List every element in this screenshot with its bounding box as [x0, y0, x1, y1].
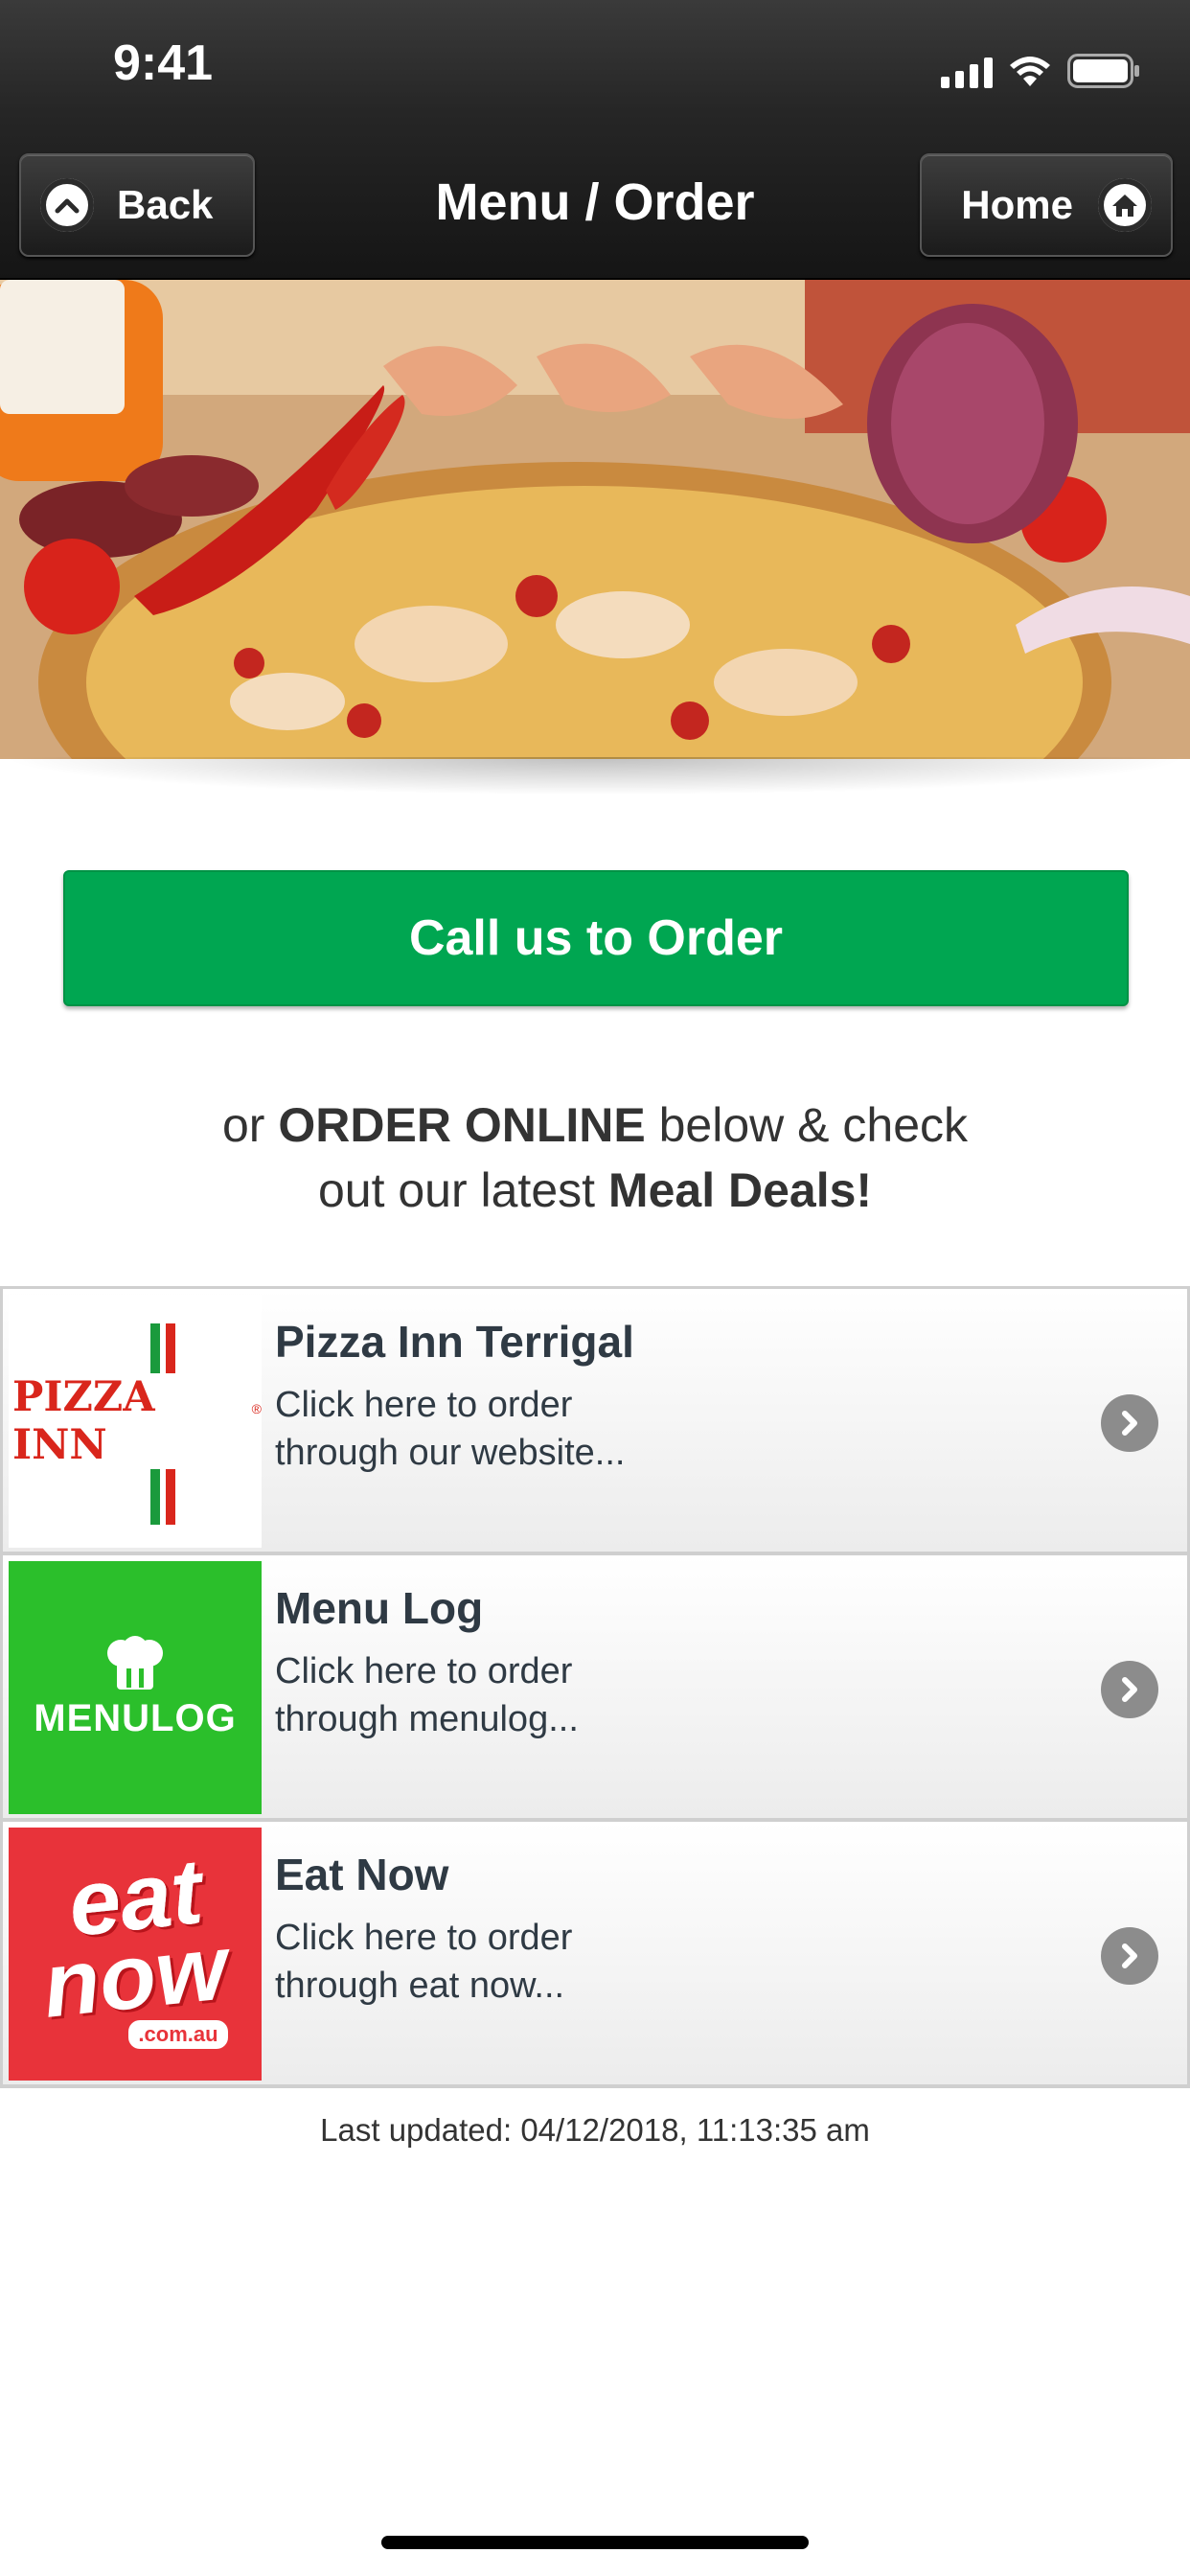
home-icon [1098, 178, 1152, 232]
promo-emphasis: ORDER ONLINE [278, 1098, 646, 1152]
menulog-logo: MENULOG [9, 1561, 262, 1814]
list-item-pizza-inn[interactable]: PIZZA INN ® Pizza Inn Terrigal Click her… [0, 1289, 1190, 1555]
home-button[interactable]: Home [920, 153, 1173, 257]
list-item-eat-now[interactable]: eat now .com.au Eat Now Click here to or… [0, 1822, 1190, 2088]
logo-text: now [37, 1916, 232, 2037]
order-online-promo: or ORDER ONLINE below & check out our la… [0, 1092, 1190, 1223]
last-updated-text: Last updated: 04/12/2018, 11:13:35 am [320, 2112, 870, 2148]
promo-emphasis: Meal Deals! [607, 1163, 873, 1217]
pizza-illustration [0, 280, 1190, 759]
eat-now-logo: eat now .com.au [9, 1828, 262, 2081]
chevron-right-icon [1101, 1661, 1158, 1718]
list-item-desc-line: through our website... [275, 1433, 626, 1473]
list-item-description: Click here to order through menulog... [275, 1647, 850, 1743]
promo-text: out our latest [317, 1163, 608, 1217]
list-item-title: Pizza Inn Terrigal [275, 1317, 634, 1367]
list-item-title: Eat Now [275, 1850, 449, 1899]
list-item-desc-line: Click here to order [275, 1385, 573, 1425]
list-item-menu-log[interactable]: MENULOG Menu Log Click here to order thr… [0, 1555, 1190, 1822]
hero-image [0, 280, 1190, 759]
home-indicator[interactable] [381, 2536, 809, 2549]
list-item-desc-line: through eat now... [275, 1966, 565, 2006]
signal-icon [941, 56, 993, 88]
chef-hat-icon [107, 1635, 163, 1690]
list-item-description: Click here to order through eat now... [275, 1914, 850, 2010]
battery-icon [1067, 54, 1139, 88]
list-item-desc-line: through menulog... [275, 1699, 579, 1739]
chevron-right-icon [1101, 1394, 1158, 1452]
top-bar: 9:41 Back Menu / Order Home [0, 0, 1190, 280]
chevron-right-icon [1101, 1927, 1158, 1985]
registered-mark: ® [251, 1401, 262, 1416]
list-item-title: Menu Log [275, 1583, 484, 1633]
pizza-inn-logo: PIZZA INN ® [9, 1295, 262, 1548]
list-item-desc-line: Click here to order [275, 1918, 573, 1958]
logo-text: MENULOG [34, 1696, 237, 1739]
home-button-label: Home [961, 182, 1073, 227]
order-options-list: PIZZA INN ® Pizza Inn Terrigal Click her… [0, 1286, 1190, 2088]
hero-shadow [0, 757, 1190, 795]
promo-text: or [222, 1098, 279, 1152]
logo-text: PIZZA INN [9, 1373, 252, 1469]
status-icons [941, 54, 1140, 88]
call-to-order-button[interactable]: Call us to Order [63, 870, 1129, 1006]
promo-text: below & check [645, 1098, 968, 1152]
status-time: 9:41 [113, 35, 214, 91]
wifi-icon [1010, 57, 1050, 86]
list-item-description: Click here to order through our website.… [275, 1381, 850, 1477]
list-item-desc-line: Click here to order [275, 1651, 573, 1691]
